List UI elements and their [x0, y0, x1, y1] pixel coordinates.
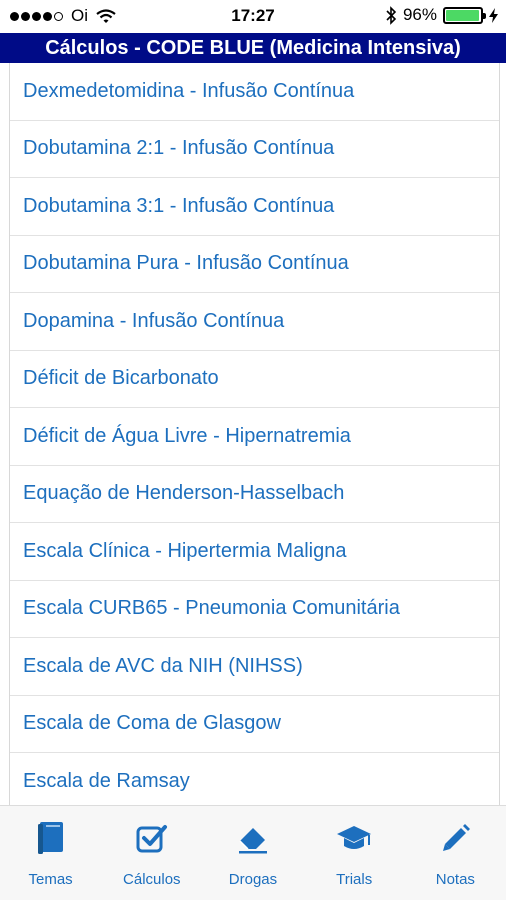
- calculations-list[interactable]: Dexmedetomidina - Infusão Contínua Dobut…: [9, 63, 500, 805]
- eraser-icon: [235, 820, 271, 856]
- list-item[interactable]: Escala de Coma de Glasgow: [10, 695, 499, 753]
- list-item[interactable]: Escala CURB65 - Pneumonia Comunitária: [10, 580, 499, 638]
- pencil-icon: [437, 820, 473, 856]
- book-icon: [33, 820, 69, 856]
- tab-label: Trials: [336, 871, 373, 888]
- list-item[interactable]: Equação de Henderson-Hasselbach: [10, 465, 499, 523]
- list-item[interactable]: Dobutamina Pura - Infusão Contínua: [10, 235, 499, 293]
- list-item[interactable]: Déficit de Bicarbonato: [10, 350, 499, 408]
- list-item[interactable]: Déficit de Água Livre - Hipernatremia: [10, 408, 499, 466]
- tab-calculos[interactable]: Cálculos: [101, 806, 202, 900]
- battery-icon: [443, 6, 486, 24]
- list-item[interactable]: Dopamina - Infusão Contínua: [10, 293, 499, 351]
- page-title: Cálculos - CODE BLUE (Medicina Intensiva…: [0, 33, 506, 63]
- charging-icon: [489, 7, 498, 23]
- list-item[interactable]: Dexmedetomidina - Infusão Contínua: [10, 63, 499, 121]
- tab-trials[interactable]: Trials: [304, 806, 405, 900]
- status-bar: Oi 17:27 96%: [0, 0, 506, 33]
- graduation-cap-icon: [336, 820, 372, 856]
- list-item[interactable]: Dobutamina 3:1 - Infusão Contínua: [10, 178, 499, 236]
- list-item[interactable]: Dobutamina 2:1 - Infusão Contínua: [10, 120, 499, 178]
- list-item[interactable]: Escala de AVC da NIH (NIHSS): [10, 638, 499, 696]
- checkbox-icon: [134, 820, 170, 856]
- list-item[interactable]: Escala Clínica - Hipertermia Maligna: [10, 523, 499, 581]
- tab-label: Drogas: [228, 871, 278, 888]
- tab-label: Cálculos: [123, 871, 181, 888]
- tab-label: Temas: [28, 871, 73, 888]
- tab-bar: Temas Cálculos Drogas Trials Notas: [0, 805, 506, 900]
- battery-percent: 96%: [402, 5, 437, 24]
- status-right: 96%: [386, 5, 498, 25]
- tab-temas[interactable]: Temas: [0, 806, 101, 900]
- list-item[interactable]: Escala de Ramsay: [10, 753, 499, 805]
- bluetooth-icon: [386, 5, 397, 25]
- tab-drogas[interactable]: Drogas: [202, 806, 303, 900]
- tab-notas[interactable]: Notas: [405, 806, 506, 900]
- tab-label: Notas: [435, 871, 475, 888]
